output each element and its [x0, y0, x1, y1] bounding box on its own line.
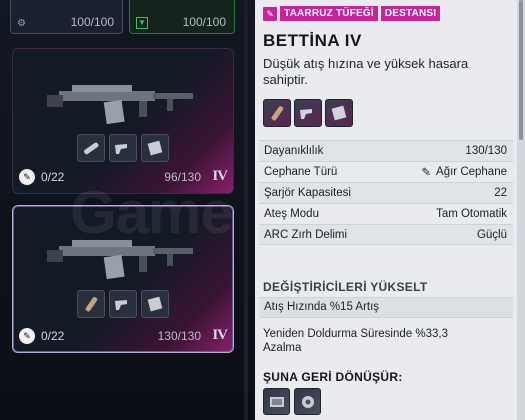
item-durability: 100/100: [182, 15, 226, 29]
scrollbar-thumb[interactable]: [519, 0, 523, 140]
stats-table: Dayanıklılık 130/130 Cephane Türü ✎ Ağır …: [259, 140, 513, 245]
grip-icon: [115, 144, 127, 154]
stat-row-ammo-type: Cephane Türü ✎ Ağır Cephane: [259, 161, 513, 182]
stat-value: Ağır Cephane: [436, 166, 507, 178]
item-card-top-right[interactable]: ▼ 100/100: [129, 0, 235, 34]
attachment-slot-muzzle[interactable]: [77, 290, 105, 318]
attachment-slot-grip[interactable]: [109, 290, 137, 318]
grip-icon: [300, 109, 312, 119]
magazine-icon: [147, 296, 163, 312]
stat-label: Dayanıklılık: [264, 145, 324, 157]
rifle-image: [47, 85, 193, 125]
rarity-tag: DESTANSI: [380, 6, 441, 21]
weapon-durability: 130/130: [157, 329, 201, 343]
heavy-ammo-icon: ✎: [421, 167, 432, 179]
tier-badge: IV: [212, 327, 228, 343]
silencer-icon: [84, 142, 99, 155]
recycle-items: [263, 388, 321, 415]
recycle-item-metal-parts[interactable]: [263, 388, 290, 415]
stat-value: Tam Otomatik: [436, 208, 507, 220]
rifle-category-icon: ✎: [263, 6, 277, 21]
silencer-icon: [85, 297, 98, 312]
item-tags: ✎ TAARRUZ TÜFEĞİ DESTANSI: [263, 6, 441, 21]
attachment-slot-magazine[interactable]: [141, 290, 169, 318]
magazine-count: 0/22: [41, 170, 65, 184]
stat-label: Cephane Türü: [264, 166, 338, 178]
detail-scrollbar[interactable]: [517, 0, 525, 420]
ammo-icon: ✎: [19, 169, 35, 185]
stat-value: 22: [494, 187, 507, 199]
silencer-icon: [271, 106, 284, 121]
gear-icon: [301, 395, 314, 408]
item-durability: 100/100: [70, 15, 114, 29]
attachment-grip[interactable]: [294, 99, 322, 127]
recycle-heading: ŞUNA GERİ DÖNÜŞÜR:: [263, 370, 403, 384]
watermark: Game: [70, 179, 234, 246]
magazine-icon: [331, 105, 347, 121]
magazine-icon: [147, 140, 163, 156]
stat-value: 130/130: [465, 145, 507, 157]
stat-label: Şarjör Kapasitesi: [264, 187, 351, 199]
stat-row-armor-pen: ARC Zırh Delimi Güçlü: [259, 224, 513, 245]
category-tag: TAARRUZ TÜFEĞİ: [280, 6, 378, 21]
stat-row-fire-mode: Ateş Modu Tam Otomatik: [259, 203, 513, 224]
ammo-icon: ✎: [19, 328, 35, 344]
upgrade-item: Yeniden Doldurma Süresinde %33,3 Azalma: [263, 328, 448, 354]
item-description: Düşük atış hızına ve yüksek hasara sahip…: [263, 56, 469, 87]
recycle-item-mechanical[interactable]: [294, 388, 321, 415]
weapon-card[interactable]: ✎ 0/22 96/130 IV: [12, 48, 234, 194]
shield-icon: ▼: [136, 17, 148, 29]
upgrade-item: Atış Hızında %15 Artış: [259, 297, 513, 318]
stat-label: ARC Zırh Delimi: [264, 228, 348, 241]
attachment-muzzle[interactable]: [263, 99, 291, 127]
attachment-slot-grip[interactable]: [109, 134, 137, 162]
magazine-count: 0/22: [41, 329, 65, 343]
item-card-top-left[interactable]: ⚙ 100/100: [10, 0, 123, 34]
upgrade-heading: DEĞİŞTİRİCİLERİ YÜKSELT: [263, 280, 428, 294]
inventory-panel: ⚙ 100/100 ▼ 100/100 ✎ 0/22 96/130 IV ✎ 0…: [0, 0, 255, 420]
attachment-slot-muzzle[interactable]: [77, 134, 105, 162]
stat-value: Güçlü: [476, 228, 507, 241]
stat-row-durability: Dayanıklılık 130/130: [259, 140, 513, 161]
stat-row-magazine: Şarjör Kapasitesi 22: [259, 182, 513, 203]
item-title: BETTİNA IV: [263, 31, 362, 50]
attachment-icons: [263, 99, 353, 127]
inventory-scrollbar[interactable]: [244, 0, 248, 420]
item-detail-panel: ✎ TAARRUZ TÜFEĞİ DESTANSI BETTİNA IV Düş…: [255, 0, 517, 420]
attachment-slot-magazine[interactable]: [141, 134, 169, 162]
grip-icon: [115, 300, 127, 310]
stat-label: Ateş Modu: [264, 208, 319, 220]
attachment-magazine[interactable]: [325, 99, 353, 127]
mod-icon: ⚙: [17, 18, 26, 29]
metal-parts-icon: [269, 396, 284, 407]
